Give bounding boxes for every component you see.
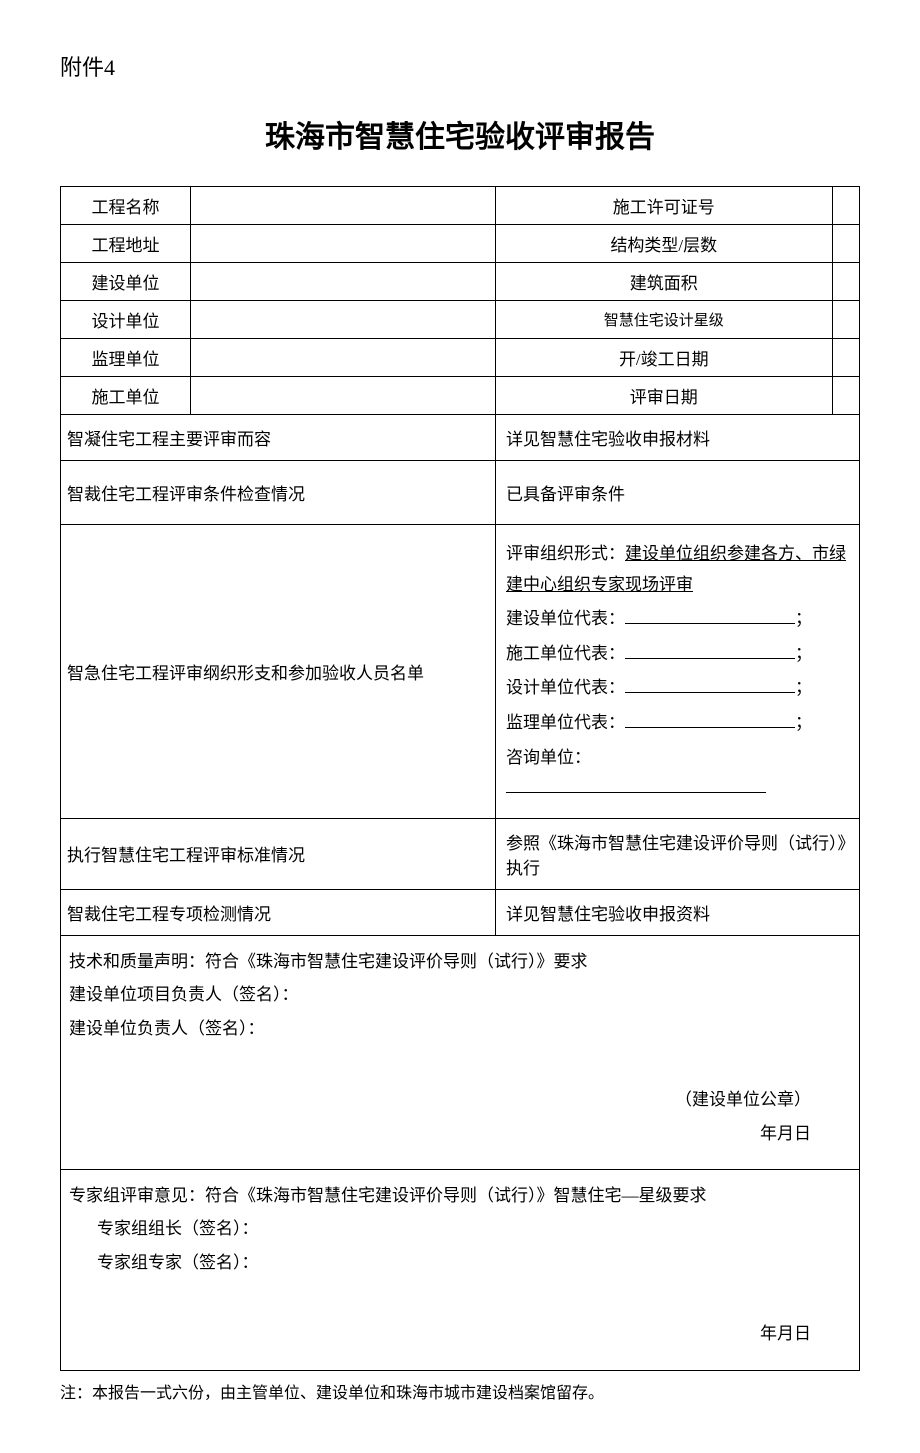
expert-date: 年月日 — [69, 1318, 851, 1349]
hdr-value-left[interactable] — [191, 263, 496, 301]
hdr-value-left[interactable] — [191, 225, 496, 263]
header-row: 监理单位 开/竣工日期 — [61, 339, 860, 377]
hdr-value-left[interactable] — [191, 377, 496, 415]
expert-line-2: 专家组组长（签名）： — [69, 1213, 851, 1244]
rep-label: 监理单位代表： — [506, 713, 625, 732]
header-row: 设计单位 智慧住宅设计星级 — [61, 301, 860, 339]
hdr-label-right: 建筑面积 — [496, 263, 833, 301]
standard-value: 参照《珠海市智慧住宅建设评价导则（试行）》执行 — [496, 818, 860, 889]
doc-title: 珠海市智慧住宅验收评审报告 — [60, 112, 860, 156]
hdr-label-right: 开/竣工日期 — [496, 339, 833, 377]
hdr-value-left[interactable] — [191, 187, 496, 225]
rep-blank[interactable] — [625, 658, 795, 659]
rep-label: 建设单位代表： — [506, 609, 625, 628]
declaration-block: 技术和质量声明：符合《珠海市智慧住宅建设评价导则（试行）》要求 建设单位项目负责… — [61, 935, 860, 1169]
org-form: 评审组织形式：建设单位组织参建各方、市绿建中心组织专家现场评审 — [506, 539, 849, 600]
hdr-label-left: 建设单位 — [61, 263, 191, 301]
condition-check-label: 智裁住宅工程评审条件检查情况 — [61, 461, 496, 525]
decl-seal: （建设单位公章） — [69, 1084, 851, 1115]
review-content-value: 详见智慧住宅验收申报材料 — [496, 415, 860, 461]
rep-blank[interactable] — [625, 692, 795, 693]
footnote: 注：本报告一式六份，由主管单位、建设单位和珠海市城市建设档案馆留存。 — [60, 1379, 860, 1403]
decl-date: 年月日 — [69, 1118, 851, 1149]
expert-line-3: 专家组专家（签名）： — [69, 1247, 851, 1278]
hdr-label-left: 工程地址 — [61, 225, 191, 263]
hdr-label-left: 工程名称 — [61, 187, 191, 225]
report-table: 工程名称 施工许可证号工程地址 结构类型/层数建设单位 建筑面积设计单位 智慧住宅设计星… — [60, 186, 860, 1371]
hdr-label-right: 施工许可证号 — [496, 187, 833, 225]
organization-value: 评审组织形式：建设单位组织参建各方、市绿建中心组织专家现场评审 建设单位代表： ；… — [496, 525, 860, 819]
header-row: 工程名称 施工许可证号 — [61, 187, 860, 225]
org-form-label: 评审组织形式： — [506, 544, 625, 563]
standard-label: 执行智慧住宅工程评审标准情况 — [61, 818, 496, 889]
hdr-value-right[interactable] — [832, 377, 859, 415]
rep-label: 施工单位代表： — [506, 644, 625, 663]
rep-blank[interactable] — [625, 727, 795, 728]
decl-spacer — [69, 1046, 851, 1082]
hdr-value-right[interactable] — [832, 225, 859, 263]
hdr-label-left: 设计单位 — [61, 301, 191, 339]
hdr-value-left[interactable] — [191, 339, 496, 377]
hdr-label-left: 施工单位 — [61, 377, 191, 415]
hdr-value-right[interactable] — [832, 263, 859, 301]
rep-line: 监理单位代表： ； — [506, 708, 849, 739]
rep-sep: ； — [795, 609, 812, 628]
expert-line-1: 专家组评审意见：符合《珠海市智慧住宅建设评价导则（试行）》智慧住宅—星级要求 — [69, 1180, 851, 1211]
review-content-label: 智凝住宅工程主要评审而容 — [61, 415, 496, 461]
hdr-label-left: 监理单位 — [61, 339, 191, 377]
expert-block: 专家组评审意见：符合《珠海市智慧住宅建设评价导则（试行）》智慧住宅—星级要求 专… — [61, 1169, 860, 1370]
hdr-value-right[interactable] — [832, 187, 859, 225]
decl-line-1: 技术和质量声明：符合《珠海市智慧住宅建设评价导则（试行）》要求 — [69, 946, 851, 977]
hdr-value-right[interactable] — [832, 301, 859, 339]
rep-sep: ； — [795, 644, 812, 663]
hdr-value-right[interactable] — [832, 339, 859, 377]
consult-line: 咨询单位： — [506, 743, 849, 804]
attachment-label: 附件4 — [60, 50, 860, 82]
consult-blank[interactable] — [506, 792, 766, 793]
rep-line: 建设单位代表： ； — [506, 604, 849, 635]
hdr-label-right: 评审日期 — [496, 377, 833, 415]
decl-line-2: 建设单位项目负责人（签名）： — [69, 979, 851, 1010]
expert-spacer — [69, 1280, 851, 1316]
hdr-label-right: 智慧住宅设计星级 — [496, 301, 833, 339]
header-row: 工程地址 结构类型/层数 — [61, 225, 860, 263]
hdr-label-right: 结构类型/层数 — [496, 225, 833, 263]
rep-line: 施工单位代表： ； — [506, 639, 849, 670]
header-row: 施工单位 评审日期 — [61, 377, 860, 415]
consult-label: 咨询单位： — [506, 748, 591, 767]
rep-line: 设计单位代表： ； — [506, 673, 849, 704]
condition-check-value: 已具备评审条件 — [496, 461, 860, 525]
hdr-value-left[interactable] — [191, 301, 496, 339]
inspection-value: 详见智慧住宅验收申报资料 — [496, 889, 860, 935]
rep-label: 设计单位代表： — [506, 678, 625, 697]
rep-blank[interactable] — [625, 623, 795, 624]
organization-label: 智急住宅工程评审纲织形支和参加验收人员名单 — [61, 525, 496, 819]
header-row: 建设单位 建筑面积 — [61, 263, 860, 301]
rep-sep: ； — [795, 678, 812, 697]
rep-sep: ； — [795, 713, 812, 732]
decl-line-3: 建设单位负责人（签名）： — [69, 1013, 851, 1044]
inspection-label: 智裁住宅工程专项检测情况 — [61, 889, 496, 935]
